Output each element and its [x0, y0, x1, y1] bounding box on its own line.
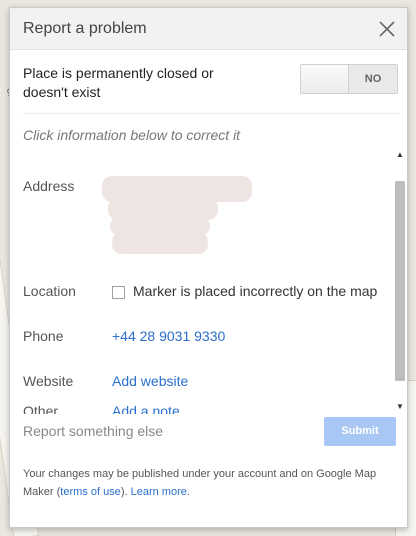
redacted-address[interactable]: [112, 232, 208, 254]
marker-incorrect-checkbox[interactable]: [112, 286, 125, 299]
fields-scroll-area[interactable]: Address Location Marker is placed incorr…: [10, 146, 407, 414]
scroll-down-icon[interactable]: ▼: [396, 403, 404, 411]
location-label: Location: [23, 283, 76, 299]
closed-question-row: Place is permanently closed or doesn't e…: [23, 64, 398, 108]
other-label: Other: [23, 403, 59, 414]
dialog-title: Report a problem: [23, 20, 147, 37]
report-problem-dialog: Report a problem Place is permanently cl…: [9, 7, 408, 528]
closed-question-label: Place is permanently closed or doesn't e…: [23, 65, 214, 100]
website-label: Website: [23, 373, 74, 389]
toggle-handle[interactable]: [301, 65, 349, 93]
scroll-thumb[interactable]: [395, 181, 405, 381]
add-website-link[interactable]: Add website: [112, 373, 188, 389]
submit-button[interactable]: Submit: [324, 417, 396, 446]
phone-value[interactable]: +44 28 9031 9330: [112, 328, 225, 344]
add-note-link[interactable]: Add a note: [112, 403, 180, 414]
marker-incorrect-label[interactable]: Marker is placed incorrectly on the map: [133, 283, 377, 299]
learn-more-link[interactable]: Learn more: [131, 486, 187, 498]
scrollbar[interactable]: ▲ ▼: [393, 149, 407, 413]
phone-label: Phone: [23, 328, 64, 344]
disclaimer-text: Your changes may be published under your…: [23, 465, 393, 501]
terms-of-use-link[interactable]: terms of use: [60, 486, 121, 498]
address-label: Address: [23, 178, 75, 194]
dialog-header: Report a problem: [10, 8, 407, 50]
toggle-state-label: NO: [349, 65, 397, 93]
correction-hint: Click information below to correct it: [23, 127, 241, 143]
scroll-up-icon[interactable]: ▲: [396, 151, 404, 159]
closed-toggle[interactable]: NO: [300, 64, 398, 94]
report-something-else-link[interactable]: Report something else: [23, 423, 163, 439]
disclaimer-middle: ).: [120, 486, 131, 498]
close-icon[interactable]: [378, 20, 396, 38]
disclaimer-suffix: .: [186, 486, 190, 498]
divider: [23, 113, 399, 114]
